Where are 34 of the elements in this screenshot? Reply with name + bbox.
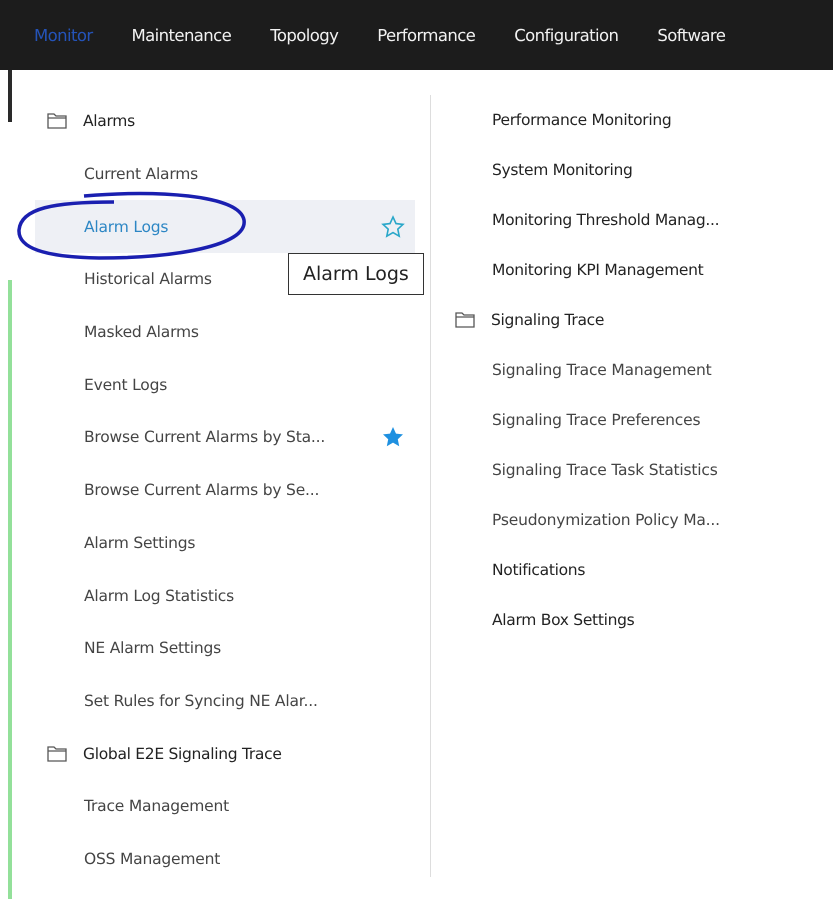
star-icon[interactable]: [381, 214, 405, 239]
menu-link[interactable]: Monitoring Threshold Manag...: [492, 211, 720, 229]
menu-item[interactable]: Masked Alarms: [35, 306, 415, 358]
menu-link[interactable]: Alarm Box Settings: [492, 611, 634, 629]
nav-tab[interactable]: Performance: [377, 26, 476, 44]
menu-item[interactable]: Signaling Trace Preferences: [492, 411, 700, 429]
folder-icon: [47, 746, 67, 762]
group-heading: Alarms: [83, 112, 135, 130]
menu-item[interactable]: Pseudonymization Policy Ma...: [492, 511, 720, 529]
nav-tab[interactable]: Configuration: [514, 26, 618, 44]
menu-item[interactable]: Signaling Trace Management: [492, 361, 712, 379]
menu-item[interactable]: Set Rules for Syncing NE Alar...: [35, 674, 415, 728]
menu-link[interactable]: Performance Monitoring: [492, 111, 672, 129]
menu-item[interactable]: Event Logs: [35, 358, 415, 412]
menu-item[interactable]: Browse Current Alarms by Se...: [35, 464, 415, 516]
nav-tab[interactable]: Software: [657, 26, 726, 44]
group-heading: Global E2E Signaling Trace: [83, 744, 282, 763]
menu-link[interactable]: Monitoring KPI Management: [492, 261, 704, 279]
nav-tab[interactable]: Maintenance: [132, 26, 232, 44]
menu-link[interactable]: System Monitoring: [492, 161, 633, 179]
menu-item[interactable]: Trace Management: [35, 780, 415, 833]
menu-item[interactable]: Browse Current Alarms by Sta...: [35, 411, 415, 464]
folder-icon: [47, 113, 67, 130]
folder-icon: [455, 312, 475, 328]
menu-item[interactable]: NE Alarm Settings: [35, 622, 415, 675]
group-heading: Signaling Trace: [491, 311, 604, 329]
tooltip: Alarm Logs: [288, 253, 424, 295]
menu-item[interactable]: Current Alarms: [35, 148, 415, 200]
menu-item[interactable]: OSS Management: [35, 832, 415, 886]
nav-tab[interactable]: Topology: [270, 26, 338, 44]
menu-item[interactable]: Alarm Log Statistics: [35, 569, 415, 622]
menu-link[interactable]: Notifications: [492, 561, 586, 579]
menu-item[interactable]: Alarm Settings: [35, 516, 415, 570]
menu-item[interactable]: Signaling Trace Task Statistics: [492, 461, 718, 479]
